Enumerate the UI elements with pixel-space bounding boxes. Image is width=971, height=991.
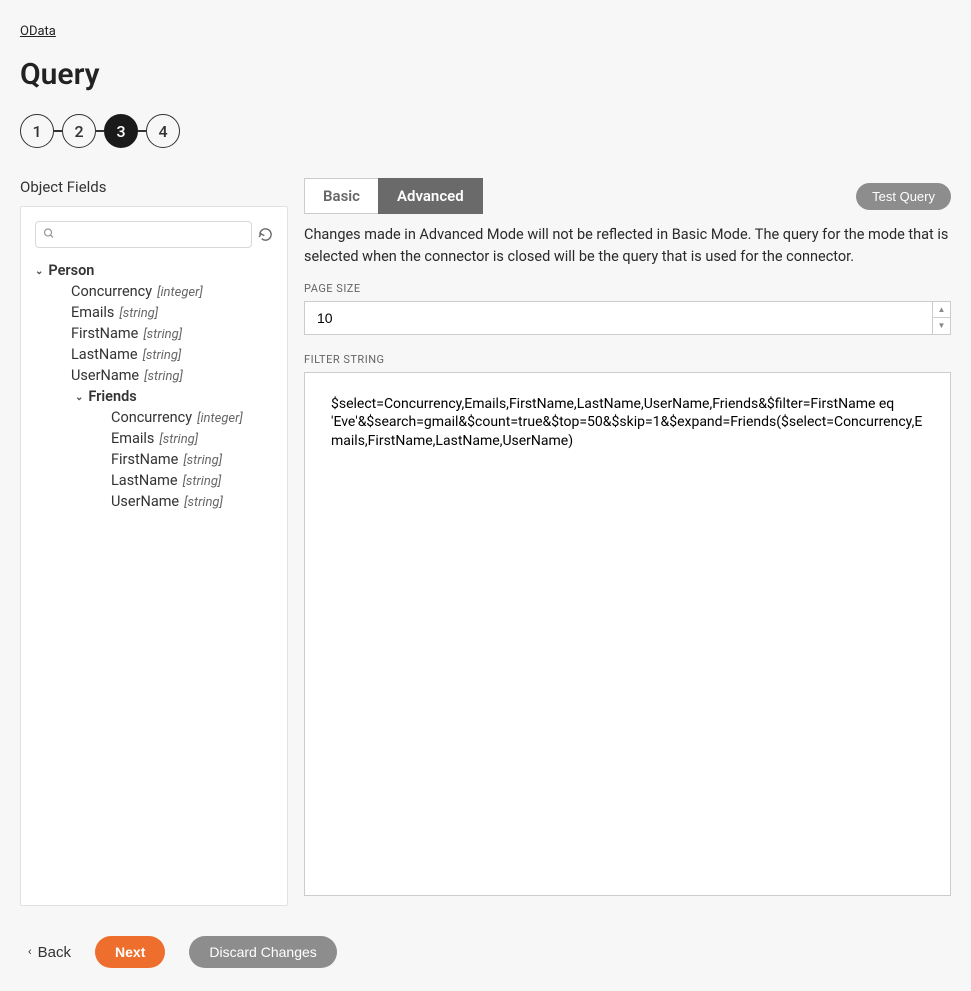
- tree-leaf[interactable]: LastName [string]: [111, 470, 273, 491]
- page-size-label: PAGE SIZE: [304, 282, 951, 295]
- field-type: [string]: [119, 306, 158, 321]
- field-name: LastName: [111, 472, 178, 489]
- field-name: UserName: [111, 493, 179, 510]
- field-name: FirstName: [71, 325, 138, 342]
- step-connector: [138, 130, 146, 132]
- mode-tabs: Basic Advanced: [304, 178, 483, 214]
- chevron-down-icon: ⌄: [75, 392, 83, 403]
- search-icon: [43, 227, 55, 242]
- tab-advanced[interactable]: Advanced: [378, 178, 483, 214]
- field-type: [string]: [143, 327, 182, 342]
- tree-node-friends[interactable]: ⌄ Friends: [35, 386, 273, 407]
- object-fields-panel: ⌄ Person Concurrency [integer] Emails [stri…: [20, 206, 288, 906]
- step-2[interactable]: 2: [62, 114, 96, 148]
- tree-leaf[interactable]: UserName [string]: [71, 365, 273, 386]
- tree-leaf[interactable]: FirstName [string]: [111, 449, 273, 470]
- next-button[interactable]: Next: [95, 936, 165, 968]
- page-size-field: ▲ ▼: [304, 301, 951, 335]
- step-3[interactable]: 3: [104, 114, 138, 148]
- tree-node-label: Person: [48, 262, 94, 279]
- field-name: FirstName: [111, 451, 178, 468]
- field-type: [integer]: [197, 411, 243, 426]
- field-type: [string]: [183, 474, 222, 489]
- test-query-button[interactable]: Test Query: [856, 183, 951, 210]
- refresh-icon[interactable]: [258, 227, 273, 242]
- mode-note: Changes made in Advanced Mode will not b…: [304, 224, 951, 268]
- search-input[interactable]: [35, 221, 252, 248]
- stepper-down-icon[interactable]: ▼: [933, 318, 950, 334]
- field-type: [string]: [143, 348, 182, 363]
- discard-button[interactable]: Discard Changes: [189, 936, 336, 968]
- tree-node-person[interactable]: ⌄ Person: [35, 260, 273, 281]
- filter-string-label: FILTER STRING: [304, 353, 951, 366]
- field-tree: ⌄ Person Concurrency [integer] Emails [stri…: [35, 260, 273, 512]
- filter-string-input[interactable]: [304, 372, 951, 896]
- tree-node-label: Friends: [88, 388, 136, 405]
- step-connector: [54, 130, 62, 132]
- tree-leaf[interactable]: Emails [string]: [71, 302, 273, 323]
- field-name: Concurrency: [71, 283, 152, 300]
- tree-leaf[interactable]: Emails [string]: [111, 428, 273, 449]
- chevron-down-icon: ⌄: [35, 266, 43, 277]
- step-connector: [96, 130, 104, 132]
- tree-leaf[interactable]: UserName [string]: [111, 491, 273, 512]
- field-name: Emails: [111, 430, 154, 447]
- field-type: [string]: [184, 495, 223, 510]
- field-type: [string]: [183, 453, 222, 468]
- back-label: Back: [38, 944, 71, 961]
- back-button[interactable]: ‹ Back: [28, 944, 71, 961]
- field-type: [integer]: [157, 285, 203, 300]
- page-size-input[interactable]: [305, 302, 932, 334]
- page-title: Query: [20, 57, 951, 92]
- object-fields-title: Object Fields: [20, 178, 288, 196]
- field-name: Emails: [71, 304, 114, 321]
- field-name: UserName: [71, 367, 139, 384]
- tree-leaf[interactable]: FirstName [string]: [71, 323, 273, 344]
- field-name: LastName: [71, 346, 138, 363]
- tree-leaf[interactable]: Concurrency [integer]: [111, 407, 273, 428]
- field-name: Concurrency: [111, 409, 192, 426]
- breadcrumb-odata[interactable]: OData: [20, 24, 56, 39]
- stepper-up-icon[interactable]: ▲: [933, 302, 950, 319]
- step-4[interactable]: 4: [146, 114, 180, 148]
- field-type: [string]: [159, 432, 198, 447]
- step-1[interactable]: 1: [20, 114, 54, 148]
- stepper: 1 2 3 4: [20, 114, 951, 148]
- tree-leaf[interactable]: LastName [string]: [71, 344, 273, 365]
- tab-basic[interactable]: Basic: [304, 178, 378, 214]
- chevron-left-icon: ‹: [28, 946, 32, 958]
- field-type: [string]: [144, 369, 183, 384]
- tree-leaf[interactable]: Concurrency [integer]: [71, 281, 273, 302]
